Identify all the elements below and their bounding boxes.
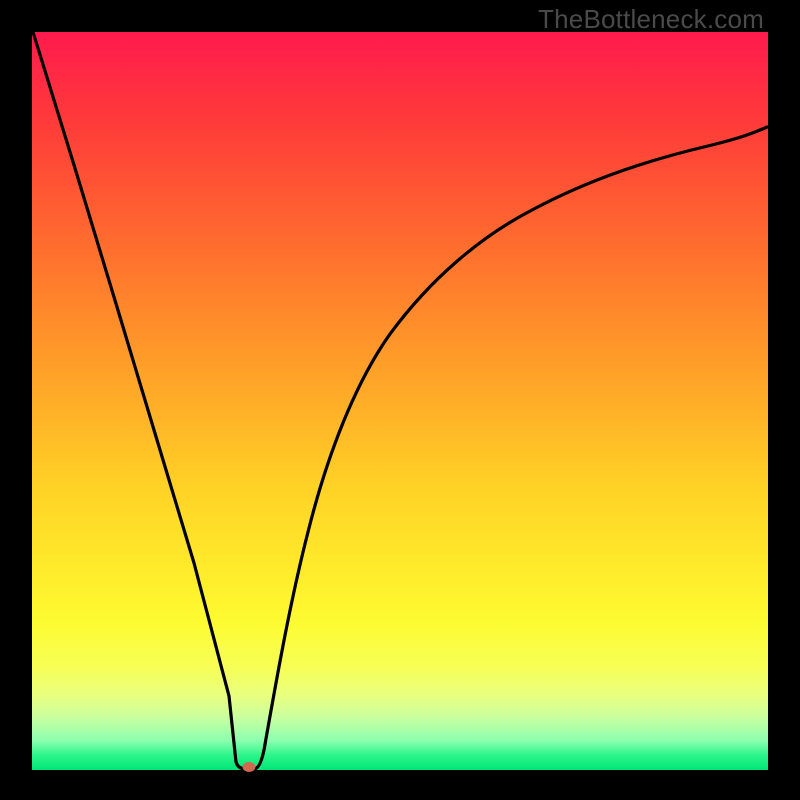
watermark-text: TheBottleneck.com (538, 4, 764, 35)
plot-area (32, 32, 768, 770)
bottleneck-curve (32, 32, 768, 770)
chart-frame: TheBottleneck.com (0, 0, 800, 800)
curve-right-branch (254, 127, 767, 769)
curve-left-branch (33, 32, 246, 769)
minimum-marker (243, 762, 256, 772)
